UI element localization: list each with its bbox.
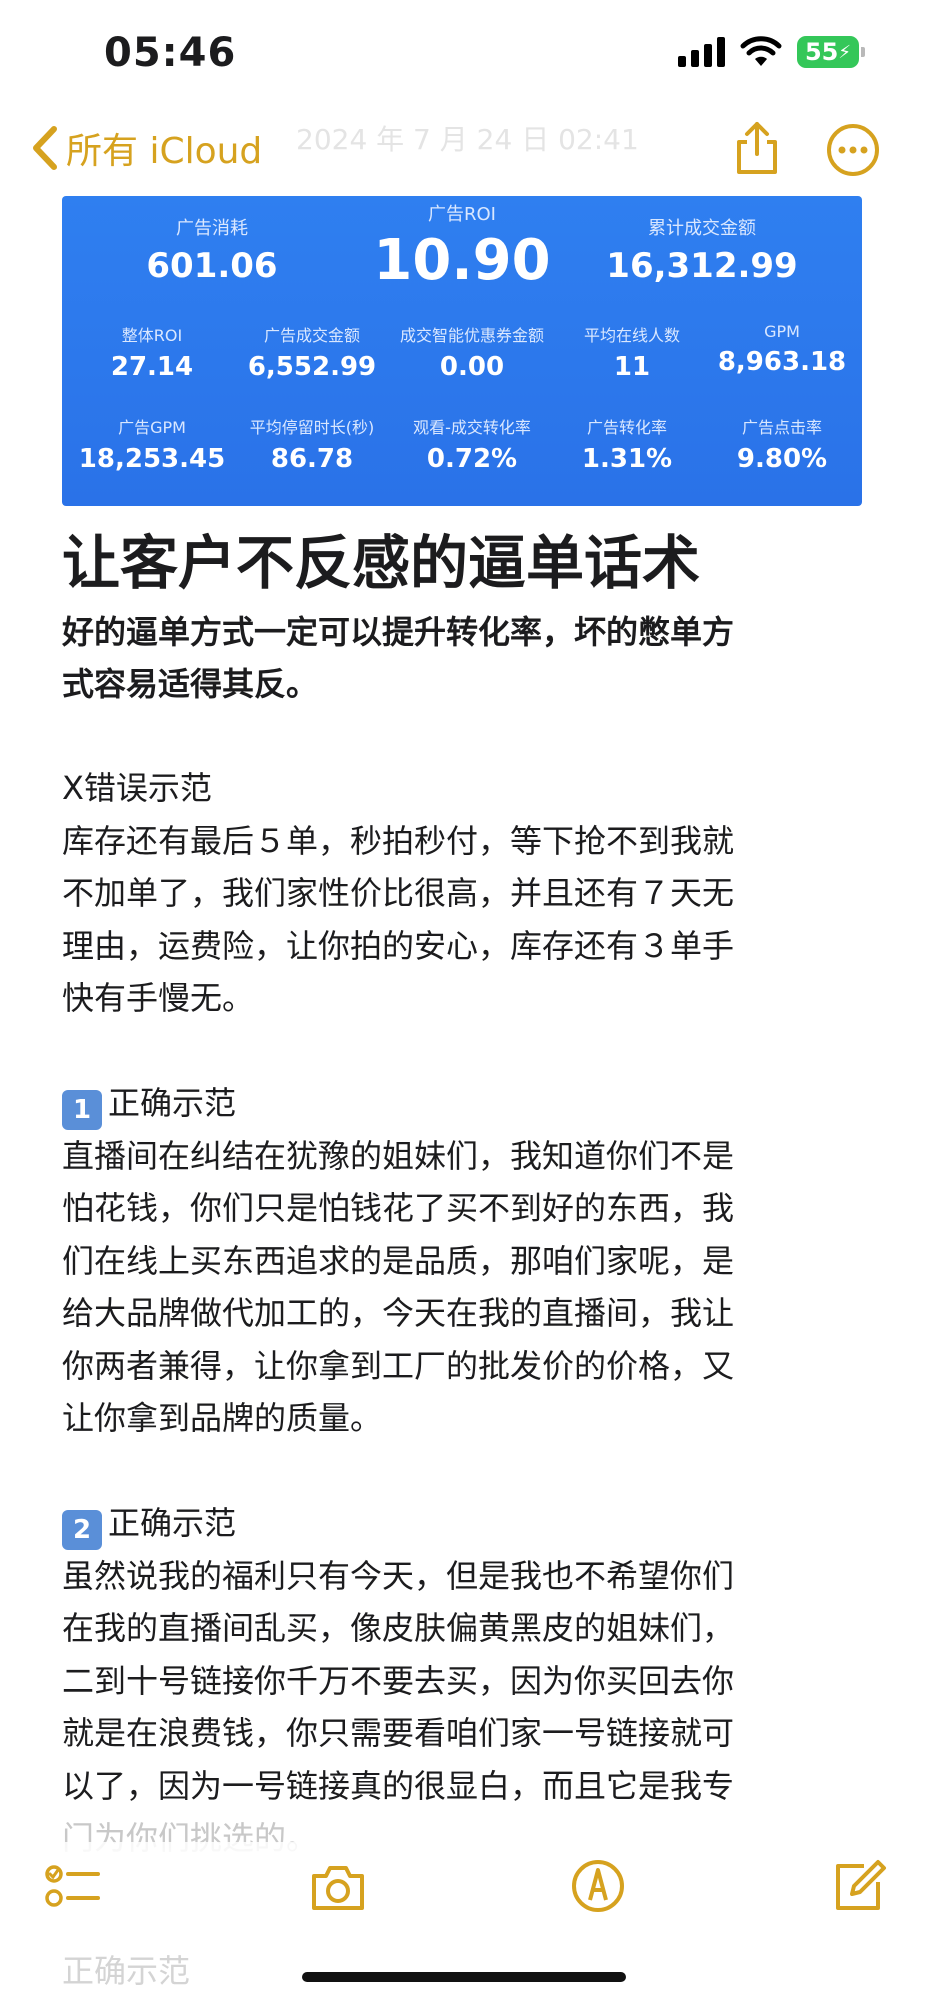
checklist-icon[interactable] (44, 1858, 104, 1918)
wrong-example-line: 不加单了，我们家性价比很高，并且还有７天无 (62, 874, 735, 912)
status-icons: 55 ⚡ (678, 36, 865, 68)
wrong-example-line: 库存还有最后５单，秒拍秒付，等下抢不到我就 (62, 821, 735, 860)
metric-overall-roi: 整体ROI 27.14 (110, 326, 194, 382)
more-options-icon[interactable] (825, 122, 881, 178)
metric-ad-gpm: 广告GPM 18,253.45 (78, 418, 226, 474)
markup-pen-icon[interactable] (568, 1856, 628, 1916)
compose-icon[interactable] (828, 1856, 888, 1916)
metric-total-gmv: 累计成交金额 16,312.99 (606, 218, 798, 286)
chevron-left-icon (33, 126, 57, 170)
metric-coupon-amount: 成交智能优惠券金额 0.00 (399, 326, 544, 382)
back-button[interactable]: 所有 iCloud (26, 122, 262, 174)
battery-icon: 55 ⚡ (797, 36, 865, 68)
wrong-example-heading: X错误示范 (62, 769, 212, 807)
cellular-signal-icon (678, 37, 725, 67)
metric-avg-online: 平均在线人数 11 (583, 326, 680, 382)
metric-gpm: GPM 8,963.18 (717, 322, 847, 377)
note-body[interactable]: 让客户不反感的逼单话术 好的逼单方式一定可以提升转化率，坏的憋单方 式容易适得其… (62, 520, 862, 1865)
correct-example-line: 就是在浪费钱，你只需要看咱们家一号链接就可 (62, 1714, 735, 1752)
metric-avg-stay: 平均停留时长(秒) 86.78 (249, 418, 375, 474)
correct-example-line: 直播间在纠结在犹豫的姐妹们，我知道你们不是 (62, 1136, 735, 1175)
correct-example-line: 你两者兼得，让你拿到工厂的批发价的价格，又 (62, 1346, 735, 1385)
image-timestamp-watermark: 2024 年 7 月 24 日 02:41 (296, 123, 639, 156)
metric-ad-gmv: 广告成交金额 6,552.99 (247, 326, 377, 382)
keycap-one-icon: 1 (62, 1089, 102, 1130)
status-bar: 05:46 55 ⚡ (0, 0, 925, 110)
metric-view-conversion: 观看-成交转化率 0.72% (413, 418, 531, 474)
wrong-example-line: 快有手慢无。 (62, 979, 255, 1017)
correct-example-1-heading: 1 正确示范 (62, 1077, 862, 1130)
nav-bar: 2024 年 7 月 24 日 02:41 所有 iCloud (0, 110, 925, 192)
camera-icon[interactable] (308, 1858, 368, 1918)
correct-example-2-heading: 2 正确示范 (62, 1497, 862, 1550)
share-icon[interactable] (727, 118, 787, 178)
note-title: 让客户不反感的逼单话术 (62, 529, 701, 597)
note-subtitle-line: 式容易适得其反。 (62, 665, 319, 703)
ad-dashboard-image: 广告消耗 601.06 广告ROI 10.90 累计成交金额 16,312.99… (62, 196, 862, 506)
note-subtitle-line: 好的逼单方式一定可以提升转化率，坏的憋单方 (62, 613, 735, 651)
wrong-example-line: 理由，运费险，让你拍的安心，库存还有３单手 (62, 926, 735, 965)
status-time: 05:46 (104, 30, 237, 76)
correct-example-line: 给大品牌做代加工的，今天在我的直播间，我让 (62, 1294, 735, 1332)
metric-ad-conversion: 广告转化率 1.31% (581, 418, 673, 474)
wifi-icon (740, 36, 782, 66)
correct-example-line: 怕花钱，你们只是怕钱花了买不到好的东西，我 (62, 1189, 735, 1227)
correct-heading-label: 正确示范 (108, 1083, 237, 1122)
correct-example-3-heading-faded: 正确示范 (62, 1952, 191, 1990)
correct-example-line: 二到十号链接你千万不要去买，因为你买回去你 (62, 1661, 735, 1700)
correct-heading-label: 正确示范 (108, 1503, 237, 1542)
charging-icon: ⚡ (838, 41, 852, 63)
keycap-two-icon: 2 (62, 1509, 102, 1550)
home-indicator[interactable] (302, 1972, 626, 1982)
battery-level: 55 (804, 38, 839, 66)
metric-ad-spend: 广告消耗 601.06 (146, 218, 278, 286)
correct-example-line: 们在线上买东西追求的是品质，那咱们家呢，是 (62, 1241, 735, 1280)
correct-example-line: 让你拿到品牌的质量。 (62, 1399, 383, 1437)
metric-ad-ctr: 广告点击率 9.80% (736, 418, 828, 474)
correct-example-line: 以了，因为一号链接真的很显白，而且它是我专 (62, 1766, 735, 1805)
correct-example-line: 在我的直播间乱买，像皮肤偏黄黑皮的姐妹们， (62, 1609, 735, 1647)
back-label: 所有 iCloud (66, 131, 263, 172)
correct-example-line: 虽然说我的福利只有今天，但是我也不希望你们 (62, 1556, 735, 1595)
metric-ad-roi: 广告ROI 10.90 (373, 204, 551, 293)
